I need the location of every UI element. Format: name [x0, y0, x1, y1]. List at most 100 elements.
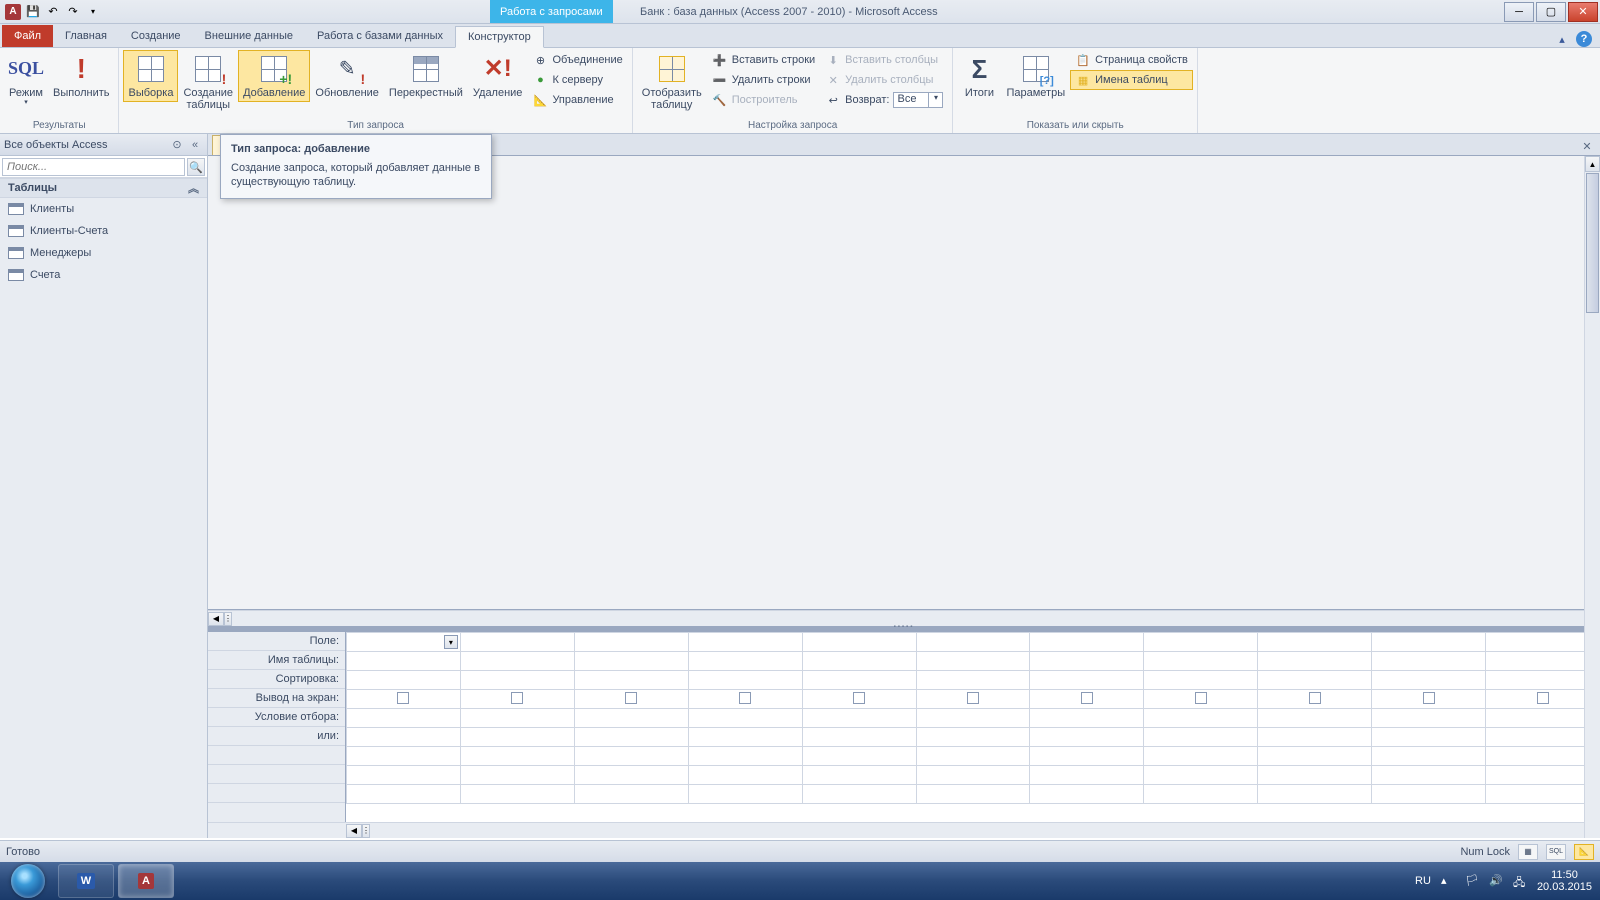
qbe-cell[interactable] [1486, 652, 1600, 671]
totals-button[interactable]: Σ Итоги [957, 50, 1001, 102]
qbe-cell[interactable] [688, 728, 802, 747]
qbe-cell[interactable] [574, 747, 688, 766]
qbe-cell[interactable] [574, 766, 688, 785]
show-checkbox[interactable] [739, 692, 751, 704]
taskbar-access[interactable]: A [118, 864, 174, 898]
qbe-cell[interactable] [1030, 785, 1144, 804]
qbe-cell[interactable] [460, 785, 574, 804]
passthrough-query-button[interactable]: ●К серверу [527, 70, 627, 90]
qbe-cell[interactable] [916, 728, 1030, 747]
qbe-cell[interactable] [1372, 709, 1486, 728]
property-sheet-button[interactable]: 📋Страница свойств [1070, 50, 1193, 70]
qbe-cell[interactable] [1372, 785, 1486, 804]
update-query-button[interactable]: ✎! Обновление [310, 50, 384, 102]
qbe-cell[interactable] [574, 785, 688, 804]
maximize-button[interactable]: ▢ [1536, 2, 1566, 22]
save-icon[interactable]: 💾 [24, 3, 42, 21]
qbe-cell[interactable] [1258, 633, 1372, 652]
tray-show-hidden-icon[interactable]: ▴ [1441, 874, 1455, 888]
qbe-cell[interactable] [1144, 728, 1258, 747]
field-dropdown-icon[interactable]: ▾ [444, 635, 458, 649]
qbe-cell[interactable] [1486, 766, 1600, 785]
qbe-cell[interactable] [1144, 690, 1258, 709]
scroll-left-icon[interactable]: ◀ [208, 612, 224, 626]
qbe-cell[interactable] [1258, 766, 1372, 785]
tab-design[interactable]: Конструктор [455, 26, 544, 48]
show-checkbox[interactable] [1081, 692, 1093, 704]
qbe-cell[interactable] [574, 709, 688, 728]
qbe-cell[interactable] [460, 633, 574, 652]
tab-external-data[interactable]: Внешние данные [193, 25, 305, 47]
delete-rows-button[interactable]: ➖Удалить строки [707, 70, 820, 90]
qbe-cell[interactable] [460, 747, 574, 766]
qbe-cell[interactable] [1258, 785, 1372, 804]
qbe-cell[interactable] [574, 671, 688, 690]
qbe-cell[interactable] [574, 652, 688, 671]
view-datasheet-icon[interactable]: ▦ [1518, 844, 1538, 860]
qbe-cell[interactable] [1030, 709, 1144, 728]
builder-button[interactable]: 🔨Построитель [707, 90, 820, 110]
return-combo[interactable]: Все ▾ [893, 92, 943, 108]
qbe-cell[interactable] [802, 785, 916, 804]
pane-splitter[interactable] [208, 626, 1600, 632]
show-checkbox[interactable] [625, 692, 637, 704]
qbe-cell[interactable] [574, 728, 688, 747]
qbe-cell[interactable] [1144, 652, 1258, 671]
qbe-cell[interactable] [347, 709, 461, 728]
table-names-button[interactable]: ▦Имена таблиц [1070, 70, 1193, 90]
qbe-cell[interactable] [1030, 690, 1144, 709]
qbe-cell[interactable] [1030, 728, 1144, 747]
qbe-cell[interactable] [1144, 785, 1258, 804]
qbe-cell[interactable] [1030, 652, 1144, 671]
nav-collapse-icon[interactable]: « [187, 137, 203, 153]
qbe-cell[interactable] [688, 652, 802, 671]
qbe-cell[interactable] [916, 709, 1030, 728]
qbe-cell[interactable] [688, 709, 802, 728]
qbe-cell[interactable] [1258, 728, 1372, 747]
qbe-cell[interactable] [688, 785, 802, 804]
help-icon[interactable]: ? [1576, 31, 1592, 47]
qbe-cell[interactable] [347, 728, 461, 747]
qbe-cell[interactable] [1144, 671, 1258, 690]
qbe-cell[interactable] [802, 766, 916, 785]
qbe-columns[interactable]: ▾ [346, 632, 1600, 822]
qbe-cell[interactable] [802, 690, 916, 709]
scroll-handle-icon[interactable]: ⋮ [224, 612, 232, 626]
nav-search-input[interactable] [2, 158, 185, 176]
qbe-cell[interactable] [688, 671, 802, 690]
qbe-cell[interactable] [1372, 633, 1486, 652]
qbe-cell[interactable] [460, 671, 574, 690]
make-table-button[interactable]: ! Создание таблицы [178, 50, 238, 114]
language-indicator[interactable]: RU [1415, 875, 1431, 887]
nav-filter-dropdown-icon[interactable]: ⊙ [169, 137, 185, 153]
qbe-cell[interactable] [1486, 690, 1600, 709]
parameters-button[interactable]: [?] Параметры [1001, 50, 1070, 102]
qbe-cell[interactable] [1486, 785, 1600, 804]
qbe-cell[interactable] [916, 690, 1030, 709]
nav-item-clients[interactable]: Клиенты [0, 198, 207, 220]
qbe-cell[interactable] [1486, 747, 1600, 766]
qbe-cell[interactable] [1144, 633, 1258, 652]
tray-clock[interactable]: 11:50 20.03.2015 [1537, 869, 1592, 893]
nav-item-accounts[interactable]: Счета [0, 264, 207, 286]
delete-query-button[interactable]: ✕! Удаление [468, 50, 528, 102]
qbe-cell[interactable] [916, 652, 1030, 671]
qbe-cell[interactable] [1258, 652, 1372, 671]
show-checkbox[interactable] [511, 692, 523, 704]
qbe-cell[interactable] [1144, 747, 1258, 766]
qbe-cell[interactable] [1372, 728, 1486, 747]
qbe-cell[interactable] [1372, 671, 1486, 690]
scroll-handle-icon[interactable]: ⋮ [362, 824, 370, 838]
qbe-cell[interactable] [460, 690, 574, 709]
show-checkbox[interactable] [1537, 692, 1549, 704]
qbe-cell[interactable] [347, 766, 461, 785]
union-query-button[interactable]: ⊕Объединение [527, 50, 627, 70]
qbe-cell[interactable] [574, 690, 688, 709]
qbe-cell[interactable] [460, 728, 574, 747]
data-definition-button[interactable]: 📐Управление [527, 90, 627, 110]
qbe-cell[interactable] [802, 747, 916, 766]
qbe-cell[interactable] [916, 766, 1030, 785]
view-button[interactable]: SQL Режим ▾ [4, 50, 48, 110]
taskbar-word[interactable]: W [58, 864, 114, 898]
scroll-up-icon[interactable]: ▲ [1585, 156, 1600, 172]
